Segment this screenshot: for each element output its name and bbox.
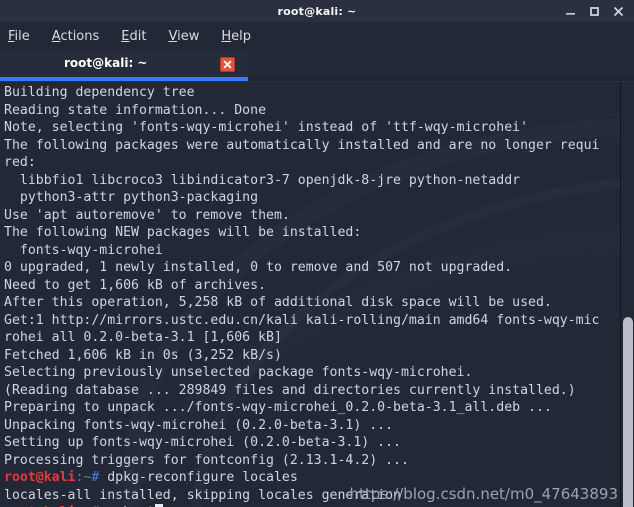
prompt-command: dpkg-reconfigure locales [99, 470, 298, 485]
terminal-line-text: Get:1 http://mirrors.ustc.edu.cn/kali ka… [4, 312, 600, 328]
terminal-output-line: libbfio1 libcroco3 libindicator3-7 openj… [4, 172, 620, 190]
terminal-line-text: red: [4, 155, 36, 170]
menu-item-actions[interactable]: Actions [52, 29, 100, 44]
terminal-output-line: After this operation, 5,258 kB of additi… [4, 294, 620, 312]
terminal-window: root@kali: ~ File Actions Edit View Help… [0, 0, 634, 507]
terminal-prompt-line: root@kali:~# dpkg-reconfigure locales [4, 469, 620, 487]
window-controls [564, 0, 630, 22]
terminal-line-text: locales-all installed, skipping locales … [4, 487, 401, 503]
terminal-line-text: 0 upgraded, 1 newly installed, 0 to remo… [4, 260, 513, 275]
menu-item-view[interactable]: View [168, 29, 199, 44]
terminal-line-text: python3-attr python3-packaging [4, 190, 259, 205]
terminal-output-line: (Reading database ... 289849 files and d… [4, 382, 620, 400]
terminal-line-text: (Reading database ... 289849 files and d… [4, 382, 576, 398]
terminal-output-line: Processing triggers for fontconfig (2.13… [4, 452, 620, 470]
terminal-line-text: Setting up fonts-wqy-microhei (0.2.0-bet… [4, 435, 401, 450]
terminal-line-text: Unpacking fonts-wqy-microhei (0.2.0-beta… [4, 417, 394, 433]
menu-item-help[interactable]: Help [221, 29, 251, 44]
terminal-line-text: Use 'apt autoremove' to remove them. [4, 207, 290, 223]
terminal-output-line: Use 'apt autoremove' to remove them. [4, 207, 620, 225]
title-bar: root@kali: ~ [0, 0, 634, 22]
terminal-scrollbar-thumb[interactable] [623, 317, 633, 507]
terminal-line-text: libbfio1 libcroco3 libindicator3-7 openj… [4, 172, 521, 188]
terminal-line-text: Note, selecting 'fonts-wqy-microhei' ins… [4, 120, 529, 135]
minimize-icon[interactable] [564, 5, 576, 17]
terminal-output-line: Building dependency tree [4, 84, 620, 102]
terminal-output-line: Preparing to unpack .../fonts-wqy-microh… [4, 399, 620, 417]
terminal-output-line: Fetched 1,606 kB in 0s (3,252 kB/s) [4, 347, 620, 365]
maximize-icon[interactable] [588, 5, 600, 17]
tab-bar: root@kali: ~ [0, 50, 634, 80]
menu-item-file[interactable]: File [8, 29, 30, 44]
menu-bar: File Actions Edit View Help [0, 22, 634, 50]
terminal-output-line: red: [4, 154, 620, 172]
menu-item-edit[interactable]: Edit [121, 29, 146, 44]
terminal-line-text: Need to get 1,606 kB of archives. [4, 277, 267, 293]
terminal-output: Building dependency tree Reading state in… [4, 84, 620, 507]
terminal-line-text: Selecting previously unselected package … [4, 365, 473, 380]
terminal-line-text: Processing triggers for fontconfig (2.13… [4, 452, 409, 468]
terminal-line-text: rohei all 0.2.0-beta-3.1 [1,606 kB] [4, 330, 282, 345]
terminal-scrollbar-track[interactable] [620, 82, 634, 507]
terminal-output-line: Note, selecting 'fonts-wqy-microhei' ins… [4, 119, 620, 137]
prompt-path: :~# [75, 470, 100, 485]
terminal-line-text: Reading state information... Done [4, 102, 267, 118]
terminal-line-text: Building dependency tree [4, 85, 195, 100]
terminal-line-text: The following packages were automaticall… [4, 137, 600, 153]
terminal-line-text: fonts-wqy-microhei [4, 242, 163, 258]
terminal-output-line: python3-attr python3-packaging [4, 189, 620, 207]
terminal-output-line: Need to get 1,606 kB of archives. [4, 277, 620, 295]
window-title: root@kali: ~ [277, 4, 357, 18]
terminal-output-line: The following packages were automaticall… [4, 137, 620, 155]
terminal-output-line: The following NEW packages will be insta… [4, 224, 620, 242]
terminal-output-line: Get:1 http://mirrors.ustc.edu.cn/kali ka… [4, 312, 620, 330]
tab-close-icon[interactable] [220, 57, 235, 72]
terminal-output-line: locales-all installed, skipping locales … [4, 487, 620, 505]
terminal-body[interactable]: Building dependency tree Reading state in… [0, 82, 634, 507]
terminal-line-text: After this operation, 5,258 kB of additi… [4, 295, 552, 310]
terminal-output-line: rohei all 0.2.0-beta-3.1 [1,606 kB] [4, 329, 620, 347]
terminal-output-line: Selecting previously unselected package … [4, 364, 620, 382]
terminal-output-line: Unpacking fonts-wqy-microhei (0.2.0-beta… [4, 417, 620, 435]
terminal-output-line: 0 upgraded, 1 newly installed, 0 to remo… [4, 259, 620, 277]
terminal-line-text: Fetched 1,606 kB in 0s (3,252 kB/s) [4, 347, 282, 363]
terminal-line-text: The following NEW packages will be insta… [4, 225, 362, 240]
terminal-output-line: fonts-wqy-microhei [4, 242, 620, 260]
tab-label: root@kali: ~ [64, 56, 148, 70]
prompt-user: root@kali [4, 470, 76, 485]
terminal-output-line: Setting up fonts-wqy-microhei (0.2.0-bet… [4, 434, 620, 452]
terminal-output-line: Reading state information... Done [4, 102, 620, 120]
close-icon[interactable] [612, 5, 624, 17]
terminal-line-text: Preparing to unpack .../fonts-wqy-microh… [4, 400, 552, 415]
